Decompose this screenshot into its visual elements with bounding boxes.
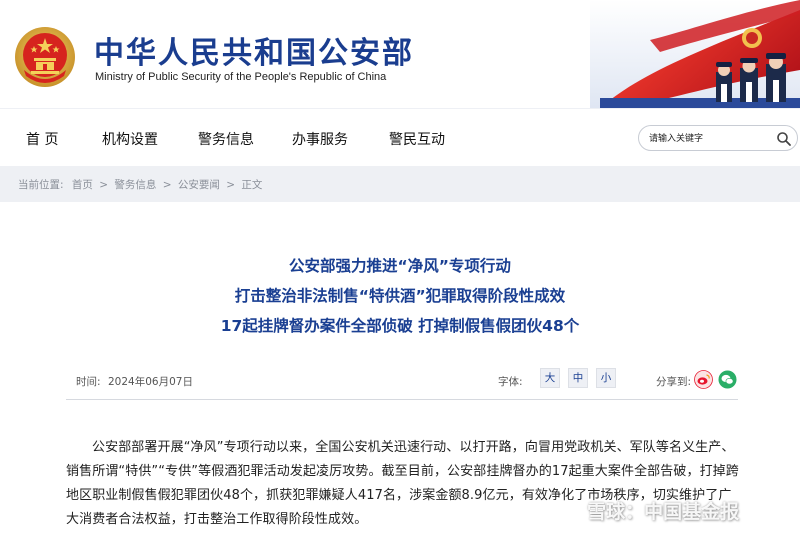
nav-item-organization[interactable]: 机构设置 [102, 129, 158, 149]
watermark: 雪球：中国基金报 [558, 497, 739, 525]
site-subtitle: Ministry of Public Security of the Peopl… [95, 71, 387, 83]
national-emblem-icon[interactable] [14, 26, 76, 88]
breadcrumb-bar: 当前位置: 首页 > 警务信息 > 公安要闻 > 正文 [0, 166, 800, 202]
nav-item-police-info[interactable]: 警务信息 [198, 129, 254, 149]
article-headline-line-2: 打击整治非法制售“特供酒”犯罪取得阶段性成效 [234, 287, 566, 305]
breadcrumb: 当前位置: 首页 > 警务信息 > 公安要闻 > 正文 [18, 177, 262, 192]
site-header: 中华人民共和国公安部 Ministry of Public Security o… [0, 0, 800, 108]
publish-date: 2024年06月07日 [108, 376, 193, 388]
nav-item-interaction[interactable]: 警民互动 [389, 129, 445, 149]
breadcrumb-item-news[interactable]: 公安要闻 [178, 179, 220, 191]
wechat-icon[interactable] [718, 370, 737, 389]
breadcrumb-separator: > [162, 179, 172, 191]
article-headline-line-1: 公安部强力推进“净风”专项行动 [289, 257, 511, 275]
search-input[interactable] [649, 130, 769, 147]
breadcrumb-separator: > [99, 179, 109, 191]
site-title: 中华人民共和国公安部 [94, 36, 414, 71]
nav-item-services[interactable]: 办事服务 [292, 129, 348, 149]
snowball-logo-icon [558, 499, 582, 523]
watermark-text: 雪球：中国基金报 [587, 501, 740, 523]
breadcrumb-separator: > [226, 179, 236, 191]
breadcrumb-item-current: 正文 [241, 179, 263, 191]
font-size-large-button[interactable]: 大 [540, 368, 560, 388]
date-label: 时间: [76, 376, 101, 388]
hero-banner-image [590, 0, 800, 108]
nav-item-home[interactable]: 首 页 [26, 129, 58, 149]
font-size-small-button[interactable]: 小 [596, 368, 616, 388]
breadcrumb-item-home[interactable]: 首页 [72, 179, 93, 191]
breadcrumb-item-police-info[interactable]: 警务信息 [114, 179, 156, 191]
search-box [638, 125, 798, 151]
font-size-label: 字体: [498, 376, 523, 388]
article-meta: 时间: 2024年06月07日 字体: 大 中 小 分享到: [66, 362, 738, 400]
share-label: 分享到: [656, 376, 692, 388]
article-headline-line-3: 17起挂牌督办案件全部侦破 打掉制假售假团伙48个 [220, 317, 580, 335]
weibo-icon[interactable] [694, 370, 713, 389]
search-icon[interactable] [776, 131, 792, 147]
breadcrumb-prefix: 当前位置: [18, 179, 64, 191]
font-size-medium-button[interactable]: 中 [568, 368, 588, 388]
